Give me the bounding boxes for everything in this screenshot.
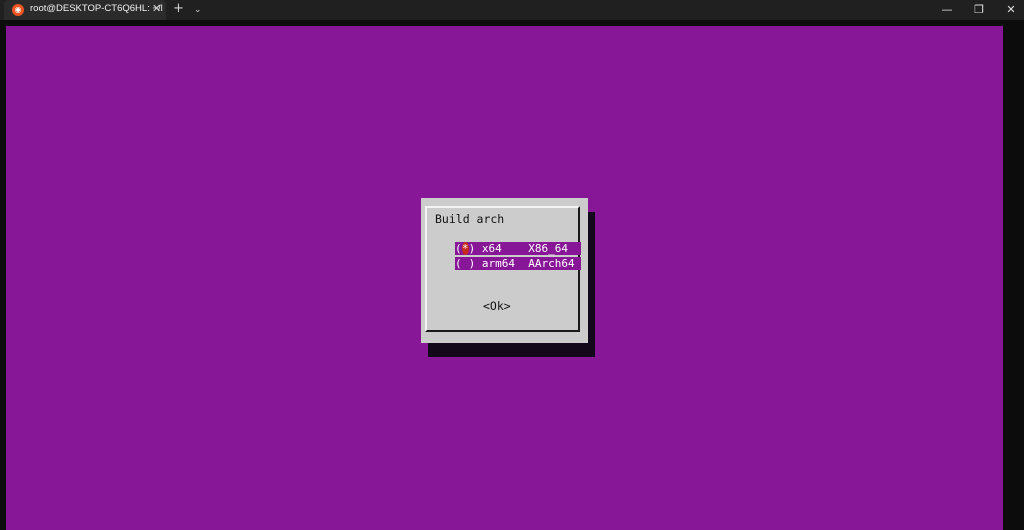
radio-close-paren: ) (468, 257, 476, 270)
option-desc: AArch64 (528, 257, 575, 270)
close-window-button[interactable]: ✕ (994, 0, 1024, 20)
tab-title: root@DESKTOP-CT6Q6HL: ~/l (30, 3, 163, 14)
option-desc: X86_64 (528, 242, 568, 255)
dialog-title: Build arch (435, 212, 505, 226)
build-arch-dialog: Build arch (*) x64 X86_64 ( ) arm64 AArc… (421, 198, 588, 343)
option-name: arm64 (481, 257, 515, 270)
radio-open-paren: ( (455, 242, 462, 255)
ok-button[interactable]: <Ok> (483, 299, 511, 313)
radio-selected-mark: * (461, 242, 469, 255)
tab-close-icon[interactable]: ✕ (152, 2, 161, 16)
radio-close-paren: ) (468, 242, 476, 255)
radio-option-x64[interactable]: (*) x64 X86_64 (455, 242, 581, 255)
new-tab-icon[interactable]: + (173, 1, 184, 17)
option-name: x64 (481, 242, 502, 255)
radio-option-arm64[interactable]: ( ) arm64 AArch64 (455, 257, 581, 270)
title-bar: ◉ root@DESKTOP-CT6Q6HL: ~/l ✕ + ⌄ — ❐ ✕ (0, 0, 1024, 20)
tab-terminal[interactable]: ◉ root@DESKTOP-CT6Q6HL: ~/l ✕ (4, 0, 166, 20)
maximize-button[interactable]: ❐ (962, 0, 996, 20)
ubuntu-icon: ◉ (12, 4, 24, 16)
radio-open-paren: ( (455, 257, 462, 270)
minimize-button[interactable]: — (930, 0, 964, 20)
radio-unselected-mark (462, 257, 469, 270)
chevron-down-icon[interactable]: ⌄ (194, 2, 202, 18)
